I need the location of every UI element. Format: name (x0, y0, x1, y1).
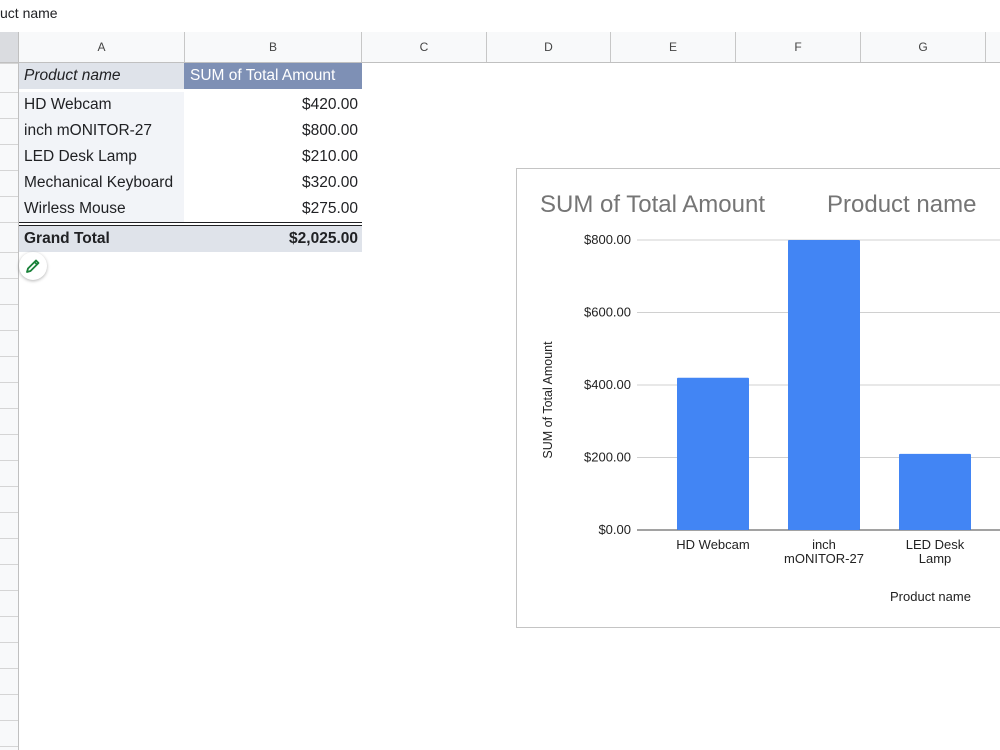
chart-title-left: SUM of Total Amount (540, 191, 765, 218)
x-axis-title: Product name (890, 589, 971, 604)
row-header-divider (0, 434, 18, 435)
row-header-divider (0, 170, 18, 171)
row-header-divider (0, 356, 18, 357)
row-header-divider (0, 538, 18, 539)
pivot-row-name[interactable]: Wirless Mouse (19, 196, 184, 222)
column-header-c[interactable]: C (362, 32, 487, 62)
pivot-header-sum-total-amount[interactable]: SUM of Total Amount (184, 63, 362, 89)
row-header-divider (0, 118, 18, 119)
row-header-divider (0, 460, 18, 461)
row-header-divider (0, 746, 18, 747)
y-tick-label: $200.00 (584, 450, 631, 465)
row-header-divider (0, 512, 18, 513)
row-header-divider (0, 196, 18, 197)
column-header-e[interactable]: E (611, 32, 736, 62)
row-header-divider (0, 668, 18, 669)
row-header-divider (0, 616, 18, 617)
x-tick-label: LED Desk (906, 537, 965, 552)
row-header-divider (0, 304, 18, 305)
row-header-divider (0, 144, 18, 145)
pivot-row-amount[interactable]: $275.00 (184, 196, 362, 222)
edit-pivot-button[interactable] (19, 252, 47, 280)
row-header-divider (0, 642, 18, 643)
row-header-divider (0, 694, 18, 695)
y-axis-title: SUM of Total Amount (541, 341, 555, 459)
formula-bar[interactable]: uct name (0, 0, 1000, 33)
row-header-divider (0, 63, 18, 64)
y-tick-label: $800.00 (584, 232, 631, 247)
pivot-row-name[interactable]: Mechanical Keyboard (19, 170, 184, 196)
pivot-chart[interactable]: SUM of Total Amount Product name SUM of … (516, 168, 1000, 628)
row-header-divider (0, 720, 18, 721)
x-tick-label: mONITOR-27 (784, 551, 864, 566)
formula-bar-content: uct name (0, 5, 58, 21)
row-header-divider (0, 564, 18, 565)
row-header-divider (0, 408, 18, 409)
column-header-f[interactable]: F (736, 32, 861, 62)
x-axis-labels: HD Webcam inchmONITOR-27 LED DeskLamp (676, 537, 964, 566)
pivot-row-name[interactable]: inch mONITOR-27 (19, 118, 184, 144)
row-header-divider (0, 252, 18, 253)
y-tick-label: $400.00 (584, 377, 631, 392)
column-header-a[interactable]: A (19, 32, 185, 62)
pencil-icon (26, 259, 40, 273)
pivot-row-amount[interactable]: $420.00 (184, 92, 362, 118)
y-tick-label: $0.00 (598, 522, 631, 537)
row-header-divider (0, 222, 18, 223)
grand-total-amount[interactable]: $2,025.00 (184, 226, 362, 252)
bar-2[interactable] (788, 240, 860, 530)
x-tick-label: inch (812, 537, 836, 552)
row-header-divider (0, 486, 18, 487)
pivot-row-amount[interactable]: $800.00 (184, 118, 362, 144)
bar-1[interactable] (677, 377, 749, 530)
bar-3[interactable] (899, 453, 971, 530)
select-all-corner[interactable] (0, 32, 19, 63)
column-header-b[interactable]: B (185, 32, 362, 62)
pivot-row-amount[interactable]: $320.00 (184, 170, 362, 196)
pivot-row-name[interactable]: LED Desk Lamp (19, 144, 184, 170)
column-headers: A B C D E F G (19, 32, 1000, 63)
y-axis-ticks: $0.00 $200.00 $400.00 $600.00 $800.00 (584, 232, 631, 537)
row-header-divider (0, 330, 18, 331)
row-header-divider (0, 92, 18, 93)
grand-total-label[interactable]: Grand Total (19, 226, 184, 252)
y-tick-label: $600.00 (584, 305, 631, 320)
x-tick-label: HD Webcam (676, 537, 749, 552)
chart-title-right: Product name (827, 191, 976, 218)
column-header-d[interactable]: D (487, 32, 611, 62)
pivot-header-product-name[interactable]: Product name (19, 63, 184, 89)
column-header-g[interactable]: G (861, 32, 986, 62)
chart-canvas: SUM of Total Amount Product name SUM of … (540, 191, 1000, 604)
row-header-divider (0, 278, 18, 279)
row-header-divider (0, 382, 18, 383)
row-header-divider (0, 590, 18, 591)
pivot-row-name[interactable]: HD Webcam (19, 92, 184, 118)
x-tick-label: Lamp (919, 551, 952, 566)
pivot-row-amount[interactable]: $210.00 (184, 144, 362, 170)
row-headers (0, 63, 19, 750)
